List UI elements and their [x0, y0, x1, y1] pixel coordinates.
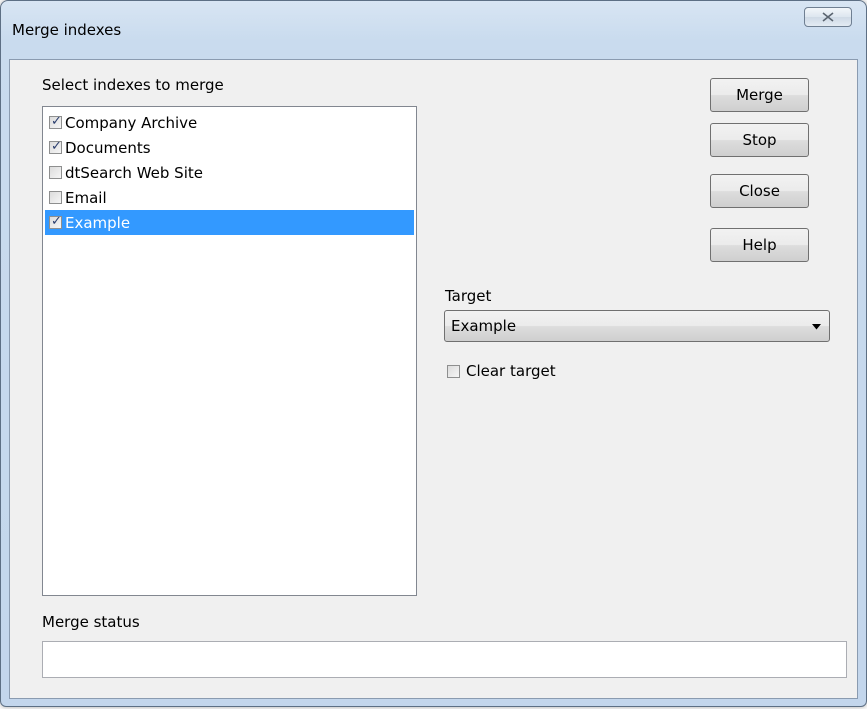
checkbox[interactable] — [49, 191, 62, 204]
window-title: Merge indexes — [12, 21, 122, 39]
indexes-listbox[interactable]: ✓ Company Archive ✓ Documents dtSearch W… — [42, 106, 417, 596]
list-item-example[interactable]: ✓ Example — [45, 210, 414, 235]
list-item-email[interactable]: Email — [45, 185, 414, 210]
checkbox[interactable]: ✓ — [49, 214, 62, 229]
close-icon — [822, 12, 834, 22]
window-close-button[interactable] — [804, 7, 852, 27]
dialog-body: Select indexes to merge ✓ Company Archiv… — [9, 59, 858, 699]
list-item-documents[interactable]: ✓ Documents — [45, 135, 414, 160]
target-select-value: Example — [451, 317, 517, 335]
list-item-label: Documents — [65, 138, 151, 157]
list-item-label: Email — [65, 188, 107, 207]
check-icon: ✓ — [51, 114, 62, 129]
merge-indexes-dialog: Merge indexes Select indexes to merge ✓ … — [0, 0, 867, 707]
clear-target-checkbox[interactable]: Clear target — [447, 362, 556, 380]
checkbox[interactable]: ✓ — [49, 139, 62, 154]
list-item-company-archive[interactable]: ✓ Company Archive — [45, 110, 414, 135]
check-icon: ✓ — [51, 139, 62, 154]
list-item-label: Company Archive — [65, 113, 198, 132]
help-button[interactable]: Help — [710, 228, 809, 262]
merge-status-label: Merge status — [42, 613, 140, 631]
indexes-label: Select indexes to merge — [42, 76, 224, 94]
chevron-down-icon — [812, 324, 821, 330]
checkbox[interactable]: ✓ — [49, 114, 62, 129]
clear-target-label: Clear target — [466, 362, 556, 380]
list-item-label: dtSearch Web Site — [65, 163, 203, 182]
close-button[interactable]: Close — [710, 174, 809, 208]
title-bar[interactable]: Merge indexes — [1, 1, 866, 59]
stop-button[interactable]: Stop — [710, 123, 809, 157]
checkbox[interactable] — [447, 364, 460, 378]
merge-button[interactable]: Merge — [710, 78, 809, 112]
target-label: Target — [445, 287, 492, 305]
check-icon: ✓ — [51, 214, 62, 229]
list-item-label: Example — [65, 213, 131, 232]
checkbox[interactable] — [49, 166, 62, 179]
target-select[interactable]: Example — [444, 310, 830, 342]
merge-status-field — [42, 641, 847, 678]
list-item-dtsearch-web-site[interactable]: dtSearch Web Site — [45, 160, 414, 185]
